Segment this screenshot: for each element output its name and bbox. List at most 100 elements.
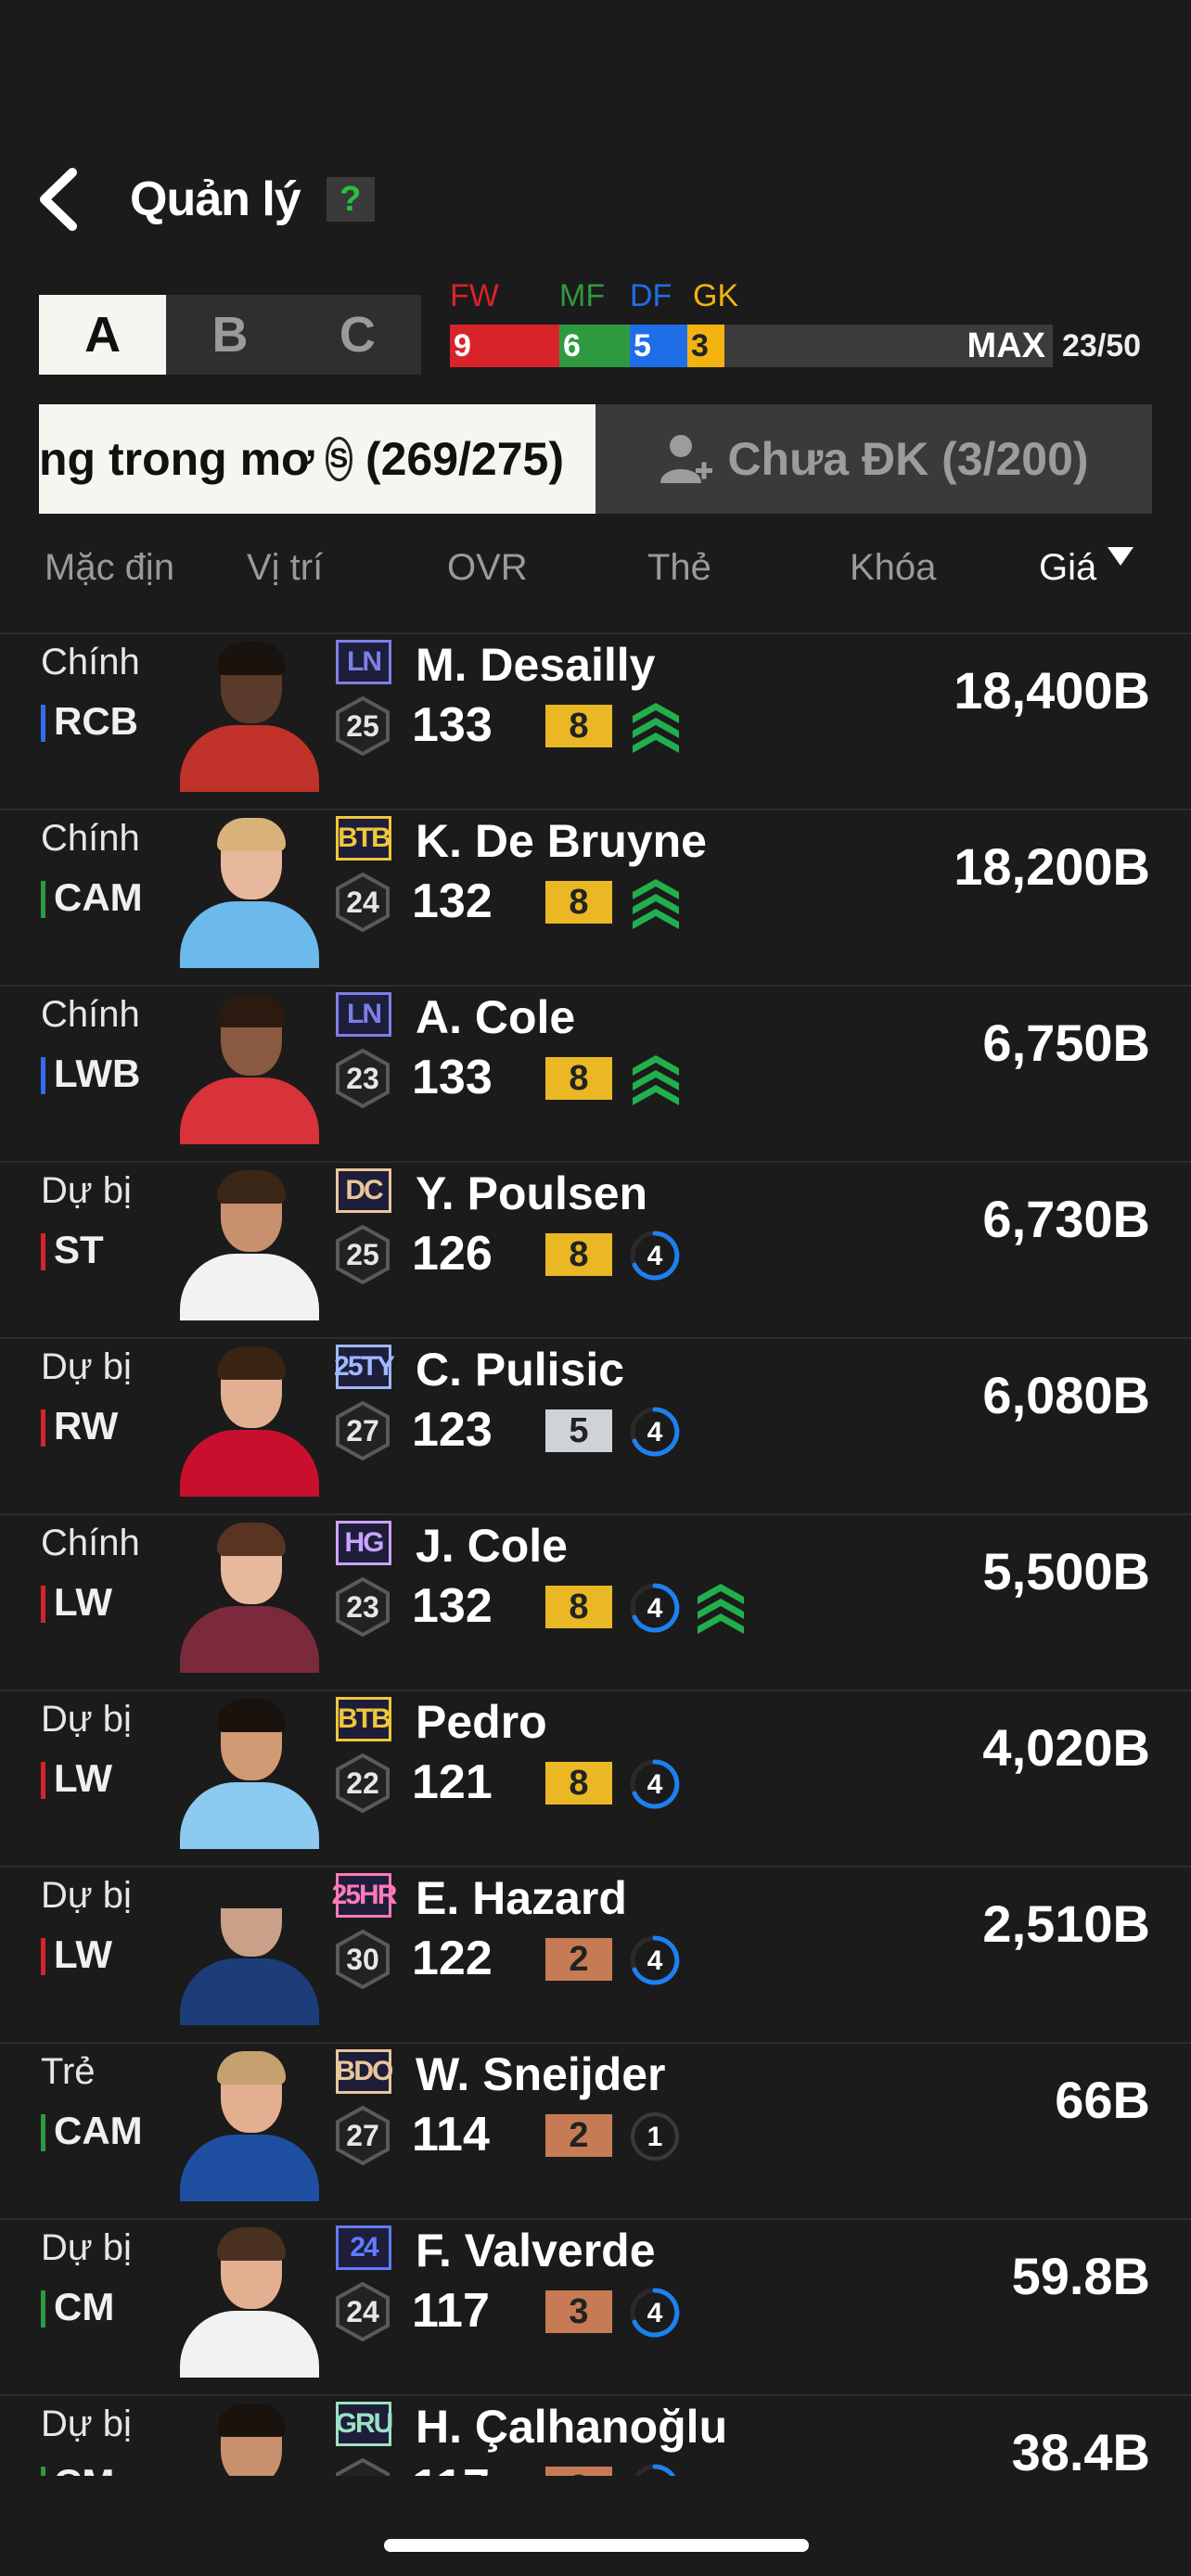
age-hexagon: 27 [334, 1400, 391, 1461]
player-portrait [171, 2046, 328, 2201]
player-age: 27 [334, 2457, 391, 2477]
upgrade-level: 8 [545, 1057, 612, 1100]
player-position: LWB [41, 1052, 140, 1096]
player-role: Chính [41, 1523, 140, 1563]
player-ovr: 132 [412, 1579, 493, 1633]
player-position: CAM [41, 875, 143, 920]
col-position[interactable]: Vị trí [247, 547, 323, 589]
upgrade-level: 3 [545, 2467, 612, 2476]
player-position: LW [41, 1756, 112, 1801]
player-role: Dự bị [41, 2227, 132, 2268]
player-price: 4,020B [982, 1718, 1150, 1777]
player-list[interactable]: Chính RCB LN M. Desailly 25 133 8 18,400B Chính C… [0, 632, 1191, 2476]
player-name: J. Cole [416, 1520, 568, 1572]
upgrade-level: 5 [545, 1409, 612, 1452]
player-price: 66B [1055, 2071, 1150, 2129]
age-hexagon: 22 [334, 1753, 391, 1814]
df-label: DF [630, 278, 672, 313]
player-ovr: 121 [412, 1755, 493, 1809]
player-row[interactable]: Chính LWB LN A. Cole 23 133 8 6,750B [0, 987, 1191, 1163]
player-name: H. Çalhanoğlu [416, 2401, 728, 2453]
gk-label: GK [693, 278, 739, 313]
age-hexagon: 24 [334, 872, 391, 933]
player-row[interactable]: Trẻ CAM BDO W. Sneijder 27 114 2 1 66B [0, 2044, 1191, 2220]
player-role: Chính [41, 642, 140, 682]
col-ovr[interactable]: OVR [447, 547, 528, 589]
season-badge: DC [336, 1168, 391, 1213]
season-badge: BTB [336, 1697, 391, 1741]
player-row[interactable]: Chính CAM BTB K. De Bruyne 24 132 8 18,200B [0, 810, 1191, 987]
player-portrait [171, 2398, 328, 2476]
col-default[interactable]: Mặc địn [45, 547, 174, 589]
player-row[interactable]: Dự bị LW BTB Pedro 22 121 8 4 4,020B [0, 1691, 1191, 1868]
player-price: 2,510B [982, 1894, 1150, 1953]
upgrade-level: 8 [545, 881, 612, 924]
player-role: Dự bị [41, 1170, 132, 1211]
unregistered-filter[interactable]: Chưa ĐK (3/200) [596, 404, 1152, 514]
age-hexagon: 25 [334, 1224, 391, 1285]
player-portrait [171, 2222, 328, 2378]
squad-tabs: A B C [39, 295, 421, 375]
help-icon[interactable]: ? [326, 177, 375, 222]
player-row[interactable]: Dự bị LW 25HR E. Hazard 30 122 2 4 2,510B [0, 1868, 1191, 2044]
coin-icon: S [325, 437, 352, 481]
home-indicator[interactable] [384, 2539, 809, 2552]
player-position: CM [41, 2285, 114, 2329]
player-portrait [171, 636, 328, 792]
player-portrait [171, 1341, 328, 1497]
squad-tab-a[interactable]: A [39, 295, 167, 375]
squad-tab-b[interactable]: B [166, 295, 293, 375]
col-card[interactable]: Thẻ [647, 547, 711, 589]
upgrade-level: 8 [545, 1762, 612, 1804]
age-hexagon: 30 [334, 1929, 391, 1990]
player-portrait [171, 1693, 328, 1849]
player-ovr: 122 [412, 1932, 493, 1985]
svg-text:4: 4 [647, 2474, 663, 2476]
player-row[interactable]: Chính RCB LN M. Desailly 25 133 8 18,400B [0, 634, 1191, 810]
squad-tab-c[interactable]: C [294, 295, 421, 375]
player-row[interactable]: Chính LW HG J. Cole 23 132 8 4 5,500B [0, 1515, 1191, 1691]
player-ovr: 132 [412, 874, 493, 928]
upgrade-level: 8 [545, 705, 612, 747]
svg-text:4: 4 [647, 1241, 663, 1271]
col-price[interactable]: Giá [1039, 547, 1134, 589]
player-row[interactable]: Dự bị CM 24 F. Valverde 24 117 3 4 59.8B [0, 2220, 1191, 2396]
season-badge: HG [336, 1521, 391, 1565]
training-ring-icon: 4 [629, 1230, 681, 1286]
player-name: A. Cole [416, 991, 576, 1043]
player-role: Trẻ [41, 2051, 96, 2092]
header: Quản lý ? [37, 158, 375, 241]
player-portrait [171, 1869, 328, 2025]
page-title: Quản lý [130, 172, 301, 226]
col-lock[interactable]: Khóa [850, 547, 936, 589]
svg-text:4: 4 [647, 2298, 663, 2328]
mf-label: MF [559, 278, 606, 313]
back-arrow-icon[interactable] [37, 162, 93, 236]
player-age: 27 [346, 2118, 379, 2152]
player-price: 59.8B [1011, 2247, 1150, 2305]
player-row[interactable]: Dự bị RW 25TY C. Pulisic 27 123 5 4 6,080B [0, 1339, 1191, 1515]
dream-team-filter[interactable]: ng trong mơ S (269/275) [39, 404, 596, 514]
player-position: RCB [41, 699, 138, 744]
player-name: Y. Poulsen [416, 1167, 648, 1219]
age-hexagon: 27 [334, 2457, 391, 2476]
player-age: 27 [346, 1413, 379, 1447]
player-row[interactable]: Dự bị CM GRU H. Çalhanoğlu 27 117 3 4 38.4B [0, 2396, 1191, 2476]
season-badge: 25HR [332, 1873, 397, 1918]
training-ring-icon: 4 [629, 1934, 681, 1991]
growth-chevron-icon [631, 877, 681, 937]
season-badge: BDO [336, 2049, 393, 2094]
svg-text:4: 4 [647, 1769, 663, 1800]
filter-count: (269/275) [365, 433, 564, 485]
season-badge: LN [336, 992, 391, 1037]
player-row[interactable]: Dự bị ST DC Y. Poulsen 25 126 8 4 6,730B [0, 1163, 1191, 1339]
position-count-bar: FW MF DF GK 9 6 5 3 MAX 23/50 [450, 278, 1155, 371]
season-badge: 24 [336, 2225, 391, 2270]
player-role: Chính [41, 818, 140, 859]
filter-label: ng trong mơ [39, 433, 314, 485]
player-name: E. Hazard [416, 1872, 627, 1924]
player-name: W. Sneijder [416, 2048, 666, 2100]
svg-text:4: 4 [647, 1945, 663, 1976]
player-role: Chính [41, 994, 140, 1035]
player-age: 22 [346, 1766, 379, 1800]
